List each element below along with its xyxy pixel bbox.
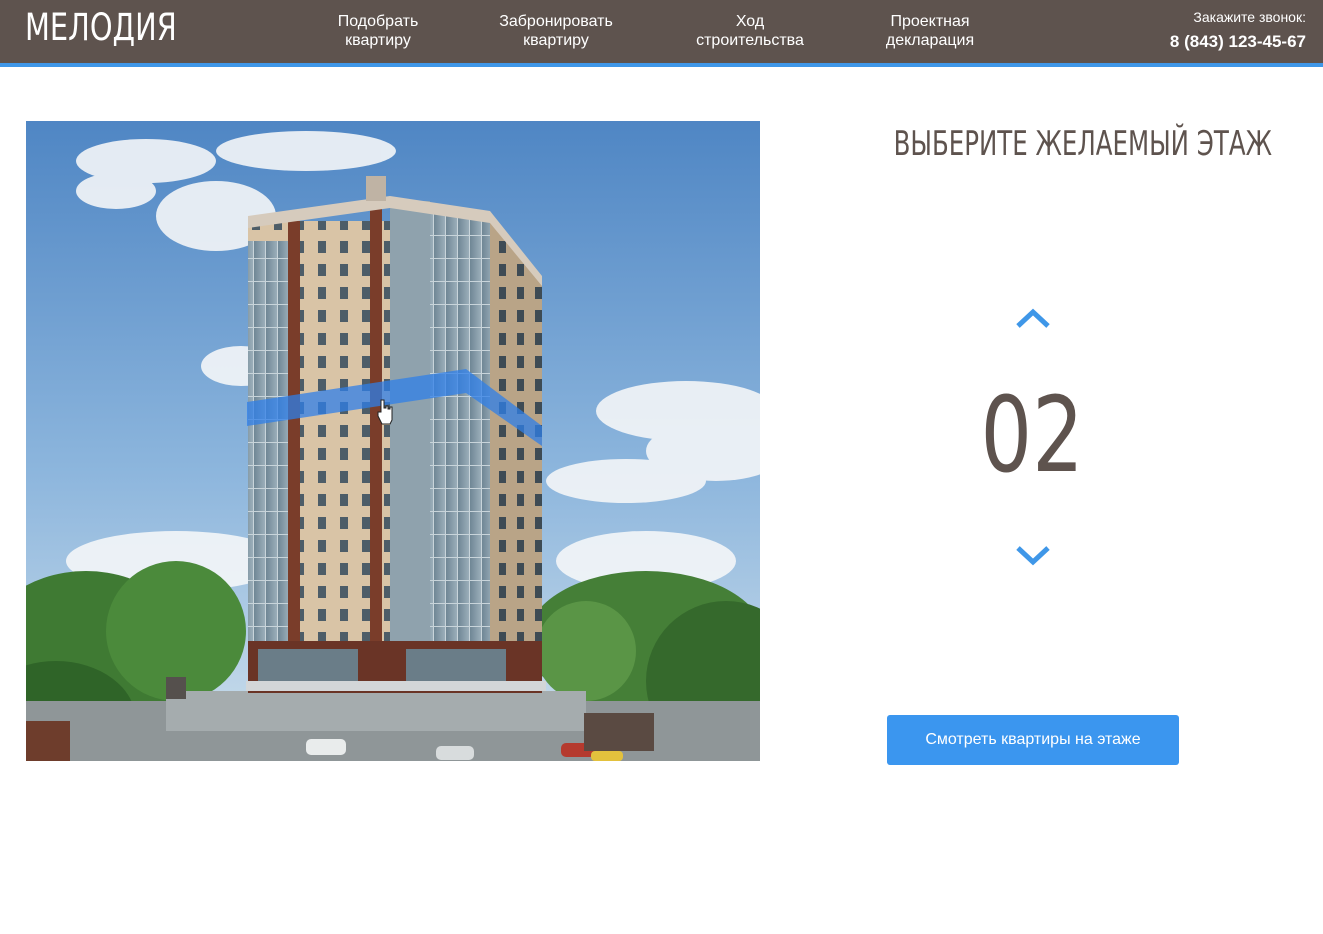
view-floor-apartments-button[interactable]: Смотреть квартиры на этаже [887,715,1179,765]
callback-label[interactable]: Закажите звонок: [1170,9,1306,26]
chevron-down-icon[interactable] [1013,544,1053,568]
nav-project-declaration[interactable]: Проектная декларация [870,12,990,52]
nav-label-line1: Ход [735,13,765,30]
nav-label-line2: строительства [696,32,804,49]
nav-book-apartment[interactable]: Забронировать квартиру [490,12,622,52]
nav-label-line1: Проектная [890,13,970,30]
callback-block: Закажите звонок: 8 (843) 123-45-67 [1170,9,1306,53]
current-floor-number: 02 [980,374,1084,496]
header-accent-bar [0,63,1323,67]
site-logo[interactable]: МЕЛОДИЯ [25,8,177,48]
floor-selector-title: ВЫБЕРИТЕ ЖЕЛАЕМЫЙ ЭТАЖ [893,124,1272,164]
nav-label-line2: квартиру [345,32,411,49]
nav-label-line2: декларация [885,32,975,49]
nav-label-line1: Подобрать [337,13,419,30]
phone-number[interactable]: 8 (843) 123-45-67 [1170,31,1306,53]
nav-construction-progress[interactable]: Ход строительства [684,12,816,52]
building-image[interactable] [26,121,760,761]
nav-label-line1: Забронировать [499,13,613,30]
nav-label-line2: квартиру [523,32,589,49]
nav-choose-apartment[interactable]: Подобрать квартиру [318,12,438,52]
chevron-up-icon[interactable] [1013,306,1053,330]
site-header: МЕЛОДИЯ Подобрать квартиру Забронировать… [0,0,1323,63]
